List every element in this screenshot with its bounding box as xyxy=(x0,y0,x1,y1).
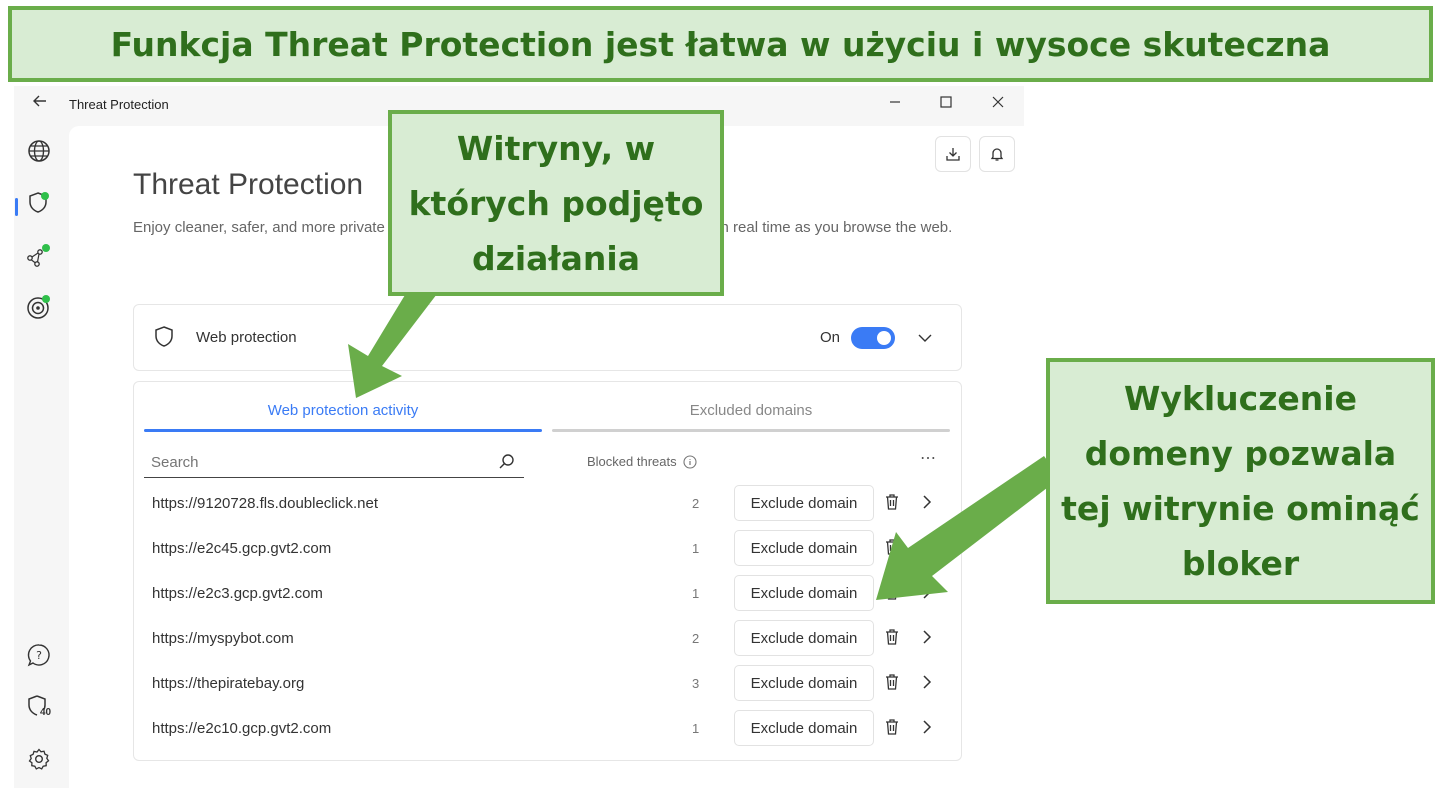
row-blocked-count: 2 xyxy=(692,631,700,646)
search-box xyxy=(144,448,524,478)
blocked-threats-label: Blocked threats xyxy=(587,454,677,469)
tab-web-protection-activity[interactable]: Web protection activity xyxy=(144,402,542,419)
more-options-icon[interactable]: ⋯ xyxy=(920,448,937,468)
banner-text: Funkcja Threat Protection jest łatwa w u… xyxy=(110,24,1331,64)
row-blocked-count: 2 xyxy=(692,496,700,511)
arrow-left-icon xyxy=(33,95,46,107)
sidebar: ? 40 xyxy=(14,124,66,788)
trash-icon[interactable] xyxy=(884,493,900,511)
row-domain: https://e2c3.gcp.gvt2.com xyxy=(152,585,323,602)
table-row: https://e2c45.gcp.gvt2.com 1 Exclude domai… xyxy=(134,527,963,572)
callout-exclude: Wykluczenie domeny pozwala tej witrynie … xyxy=(1046,358,1435,604)
close-button[interactable] xyxy=(983,92,1013,116)
minimize-icon xyxy=(890,101,900,103)
bell-icon xyxy=(990,148,1004,161)
activity-card: Web protection activity Excluded domains… xyxy=(133,381,962,761)
top-banner: Funkcja Threat Protection jest łatwa w u… xyxy=(8,6,1433,82)
web-protection-toggle[interactable] xyxy=(851,327,895,349)
row-blocked-count: 1 xyxy=(692,721,700,736)
minimize-button[interactable] xyxy=(880,92,910,116)
tab-underline-active xyxy=(144,429,542,432)
row-blocked-count: 1 xyxy=(692,541,700,556)
maximize-button[interactable] xyxy=(931,92,961,116)
sidebar-item-help[interactable]: ? xyxy=(26,642,52,668)
exclude-domain-button[interactable]: Exclude domain xyxy=(734,530,874,566)
back-button[interactable] xyxy=(30,94,50,114)
web-protection-state: On xyxy=(820,329,841,346)
row-blocked-count: 1 xyxy=(692,586,700,601)
chevron-right-icon[interactable] xyxy=(920,538,934,556)
svg-text:?: ? xyxy=(36,649,42,662)
sidebar-item-threat-protection[interactable] xyxy=(26,190,52,216)
chevron-right-icon[interactable] xyxy=(920,628,934,646)
exclude-domain-button[interactable]: Exclude domain xyxy=(734,575,874,611)
globe-icon xyxy=(28,140,50,162)
help-icon: ? xyxy=(27,644,50,667)
trash-icon[interactable] xyxy=(884,718,900,736)
chevron-right-icon[interactable] xyxy=(920,583,934,601)
callout-exclude-text: Wykluczenie domeny pozwala tej witrynie … xyxy=(1061,379,1420,583)
chevron-right-icon[interactable] xyxy=(920,718,934,736)
close-icon xyxy=(992,96,1004,108)
maximize-icon xyxy=(940,96,952,108)
row-blocked-count: 3 xyxy=(692,676,700,691)
chevron-right-icon[interactable] xyxy=(920,493,934,511)
sidebar-item-meshnet[interactable] xyxy=(26,242,52,268)
web-protection-label: Web protection xyxy=(196,329,297,346)
row-domain: https://myspybot.com xyxy=(152,630,294,647)
row-domain: https://thepiratebay.org xyxy=(152,675,305,692)
exclude-domain-button[interactable]: Exclude domain xyxy=(734,665,874,701)
window-title: Threat Protection xyxy=(69,97,169,112)
table-row: https://9120728.fls.doubleclick.net 2 Excl… xyxy=(134,482,963,527)
shield-badge-count: 40 xyxy=(40,707,52,718)
active-indicator xyxy=(15,198,18,216)
sidebar-item-dark-web-monitor[interactable] xyxy=(26,294,52,320)
table-row: https://myspybot.com 2 Exclude domain xyxy=(134,617,963,662)
sidebar-item-notifications-shield[interactable]: 40 xyxy=(26,694,52,720)
sidebar-item-vpn[interactable] xyxy=(26,138,52,164)
exclude-domain-button[interactable]: Exclude domain xyxy=(734,620,874,656)
chevron-down-icon[interactable] xyxy=(917,330,933,346)
mesh-network-icon xyxy=(27,244,50,267)
blocked-threats-header: Blocked threats xyxy=(587,454,697,469)
download-button[interactable] xyxy=(935,136,971,172)
tab-underline-inactive xyxy=(552,429,950,432)
sidebar-item-settings[interactable] xyxy=(26,746,52,772)
trash-icon[interactable] xyxy=(884,673,900,691)
table-row: https://e2c10.gcp.gvt2.com 1 Exclude domai… xyxy=(134,707,963,752)
trash-icon[interactable] xyxy=(884,583,900,601)
notifications-button[interactable] xyxy=(979,136,1015,172)
page-title: Threat Protection xyxy=(133,168,364,201)
download-icon xyxy=(946,148,960,161)
chevron-right-icon[interactable] xyxy=(920,673,934,691)
row-domain: https://e2c45.gcp.gvt2.com xyxy=(152,540,332,557)
toggle-knob xyxy=(877,331,891,345)
target-icon xyxy=(27,295,50,319)
info-icon[interactable] xyxy=(683,454,697,469)
exclude-domain-button[interactable]: Exclude domain xyxy=(734,710,874,746)
trash-icon[interactable] xyxy=(884,628,900,646)
table-row: https://thepiratebay.org 3 Exclude domain xyxy=(134,662,963,707)
web-protection-card[interactable]: Web protection On xyxy=(133,304,962,371)
shield-outline-icon xyxy=(155,326,173,347)
callout-sites-text: Witryny, w których podjęto działania xyxy=(408,128,704,278)
shield-icon xyxy=(29,192,49,213)
callout-sites: Witryny, w których podjęto działania xyxy=(388,110,724,296)
search-icon[interactable] xyxy=(498,453,516,471)
gear-icon xyxy=(28,748,50,770)
search-input[interactable] xyxy=(144,448,484,476)
trash-icon[interactable] xyxy=(884,538,900,556)
tab-excluded-domains[interactable]: Excluded domains xyxy=(552,402,950,419)
row-domain: https://9120728.fls.doubleclick.net xyxy=(152,495,378,512)
table-row: https://e2c3.gcp.gvt2.com 1 Exclude domain xyxy=(134,572,963,617)
exclude-domain-button[interactable]: Exclude domain xyxy=(734,485,874,521)
row-domain: https://e2c10.gcp.gvt2.com xyxy=(152,720,332,737)
